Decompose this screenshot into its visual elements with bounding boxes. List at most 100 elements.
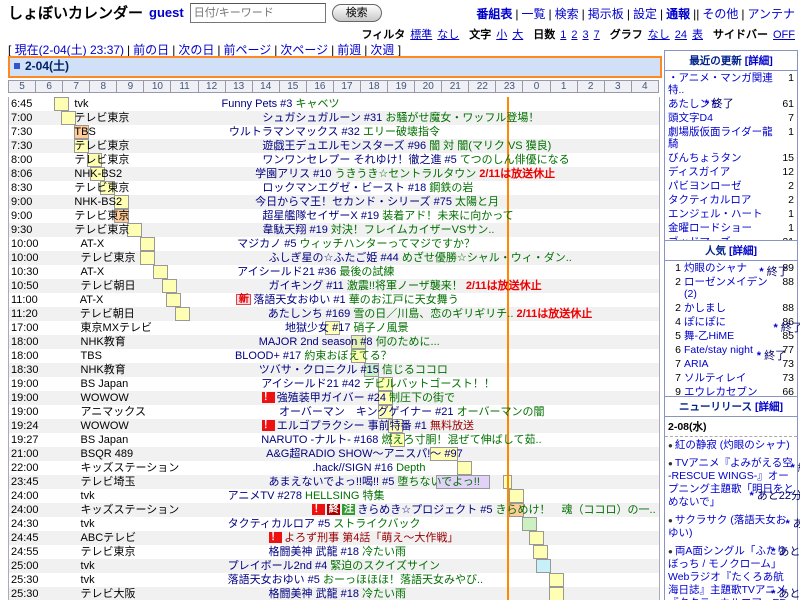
nav-link[interactable]: その他	[702, 7, 738, 21]
release-link[interactable]: 紅の静寂 (灼眼のシャナ)	[675, 439, 790, 451]
nav-link[interactable]: 掲示板	[588, 7, 624, 21]
program-title-link[interactable]: BLOOD+ #17 約束おぼえてる？	[235, 350, 392, 362]
program-title-link[interactable]: ！強殖装甲ガイバー #24 制圧下の街で	[262, 392, 455, 404]
recent-title-link[interactable]: ・アニメ・マンガ関連特..	[668, 72, 776, 96]
release-link[interactable]: サクラサク (落語天女おゆい)	[668, 514, 786, 539]
datenav-link[interactable]: 前週	[337, 43, 361, 57]
datenav-link[interactable]: 現在(2-04(土) 23:37)	[15, 43, 124, 57]
program-title-link[interactable]: ！エルゴプラクシー 事前特番 #1 無料放送	[262, 420, 474, 432]
recent-title-link[interactable]: タクティカルロア	[668, 194, 776, 206]
popular-title-link[interactable]: かしまし	[684, 302, 776, 314]
datenav-link[interactable]: 次の日	[178, 43, 214, 57]
program-title-link[interactable]: マジカノ #5 ウィッチハンターってマジですか？	[237, 238, 475, 250]
search-button[interactable]: 検索	[332, 4, 382, 22]
program-title-link[interactable]: 超星艦隊セイザーX #19 装着アド！未来に向かって	[262, 210, 513, 222]
toolbar-option[interactable]: 小	[496, 29, 507, 41]
channel-label: テレビ朝日	[80, 308, 135, 320]
datenav-link[interactable]: 次週	[370, 43, 394, 57]
program-title-link[interactable]: 落語天女おゆい #5 おーっほほほ！落語天女みやび..	[228, 574, 483, 586]
program-title-link[interactable]: 韋駄天翔 #19 対決！フレイムカイザーVSサン..	[262, 224, 494, 236]
status-link[interactable]: *	[786, 518, 790, 530]
toolbar-option[interactable]: 24	[675, 29, 687, 41]
recent-title-link[interactable]: エンジェル・ハート	[668, 208, 776, 220]
status-link[interactable]: *	[774, 322, 778, 334]
program-title-link[interactable]: プレイボール2nd #4 緊迫のスクイズサイン	[228, 560, 440, 572]
recent-title-link[interactable]: 金曜ロードショー	[668, 222, 776, 234]
datenav-link[interactable]: 前の日	[133, 43, 169, 57]
channel-label: アニマックス	[81, 406, 146, 418]
popular-title-link[interactable]: ローゼンメイデン(2)	[684, 276, 776, 300]
recent-title-link[interactable]: びんちょうタン	[668, 152, 776, 164]
program-title-link[interactable]: ツバサ・クロニクル #15 信じるココロ	[259, 364, 448, 376]
status-link[interactable]: *	[757, 350, 761, 362]
toolbar-option[interactable]: 1	[560, 29, 566, 41]
user-link[interactable]: guest	[149, 5, 184, 20]
program-title-link[interactable]: あたしンち #169 雪の日／川島、恋のギリギリチ.. 2/11は放送休止	[268, 308, 593, 320]
program-title-link[interactable]: ！よろず刑事 第4話「萌え～大作戦」	[269, 532, 458, 544]
popular-detail-link[interactable]: [詳細]	[729, 245, 757, 257]
nav-link[interactable]: 一覧	[522, 7, 546, 21]
popular-title-link[interactable]: ぽにぽに	[684, 316, 776, 328]
program-title-link[interactable]: アイシールド21 #36 最後の試練	[237, 266, 394, 278]
releases-detail-link[interactable]: [詳細]	[755, 401, 783, 413]
toolbar-option[interactable]: なし	[648, 29, 670, 41]
program-row: 24:00キッズステーション！終注きらめき☆プロジェクト #5 きらめけ！ 魂（…	[9, 503, 659, 517]
program-title-link[interactable]: NARUTO -ナルト- #168 燃えろ寸胴！混ぜて伸ばして茹..	[261, 434, 541, 446]
popular-title-link[interactable]: ソルティレイ	[684, 372, 776, 384]
toolbar-option[interactable]: 大	[512, 29, 523, 41]
search-input[interactable]	[190, 3, 326, 23]
program-time: 8:06	[11, 168, 32, 180]
recent-detail-link[interactable]: [詳細]	[745, 55, 773, 67]
nav-link[interactable]: 番組表	[476, 7, 512, 21]
status-link[interactable]: *	[790, 462, 794, 474]
status-link[interactable]: *	[704, 98, 708, 110]
program-title-link[interactable]: アイシールド21 #42 デビルバットゴースト！！	[261, 378, 495, 390]
status-link[interactable]: *	[771, 588, 775, 600]
program-title-link[interactable]: 今日からマ王！セカンド・シリーズ #75 太陽と月	[255, 196, 499, 208]
toolbar-option[interactable]: 標準	[410, 29, 432, 41]
status-link[interactable]: *	[749, 490, 753, 502]
program-title-link[interactable]: 遊戯王デュエルモンスターズ #96 闇 対 闇(マリク VS 獏良)	[262, 140, 551, 152]
recent-title-link[interactable]: 劇場版仮面ライダー龍騎	[668, 126, 776, 150]
program-title-link[interactable]: .hack//SIGN #16 Depth	[312, 462, 425, 474]
program-title-link[interactable]: あまえないでよっ!!喝!! #5 堕ちないでよっ!!	[269, 476, 480, 488]
program-title-link[interactable]: 地獄少女 #17 硝子ノ風景	[285, 322, 408, 334]
toolbar-option[interactable]: 表	[692, 29, 703, 41]
toolbar-option[interactable]: 7	[594, 29, 600, 41]
gantt-block	[140, 237, 155, 251]
program-title-link[interactable]: ロックマンエグゼ・ビースト #18 鋼鉄の岩	[262, 182, 473, 194]
program-title-link[interactable]: MAJOR 2nd season #8 何のために...	[259, 336, 440, 348]
program-title-link[interactable]: ガイキング #11 激震!!将軍ノーザ襲来！ 2/11は放送休止	[269, 280, 542, 292]
toolbar-option[interactable]: 3	[583, 29, 589, 41]
recent-title-link[interactable]: パビヨンローゼ	[668, 180, 776, 192]
program-title-link[interactable]: 学園アリス #10 うきうき☆セントラルタウン 2/11は放送休止	[255, 168, 555, 180]
program-title-link[interactable]: ウルトラマンマックス #32 エリー破壊指令	[229, 126, 440, 138]
nav-link[interactable]: 設定	[633, 7, 657, 21]
program-title-link[interactable]: アニメTV #278 HELLSING 特集	[228, 490, 385, 502]
program-title-link[interactable]: 格闘美神 武龍 #18 冷たい雨	[269, 588, 407, 600]
toolbar-option[interactable]: なし	[437, 29, 459, 41]
program-title-link[interactable]: ふしぎ星の☆ふたご姫 #44 めざせ優勝☆シャル・ウィ・ダン..	[269, 252, 572, 264]
nav-link[interactable]: アンテナ	[747, 7, 795, 21]
program-title-link[interactable]: ワンワンセレプー それゆけ！徹之進 #5 てつのしん俳優になる	[262, 154, 569, 166]
program-title-link[interactable]: オーバーマン キングゲイナー #21 オーバーマンの闇	[279, 406, 544, 418]
program-title-link[interactable]: A&G超RADIO SHOW～アニスパ!～ #97	[266, 448, 463, 460]
recent-title-link[interactable]: 頭文字D4	[668, 112, 776, 124]
status-link[interactable]: *	[759, 266, 763, 278]
program-title-link[interactable]: 新落語天女おゆい #1 華のお江戸に天女舞う	[236, 294, 458, 306]
datenav-link[interactable]: 前ページ	[223, 43, 271, 57]
program-title-link[interactable]: シュガシュガルーン #31 お騒がせ魔女・ワッフル登場！	[262, 112, 539, 124]
toolbar-option[interactable]: 2	[571, 29, 577, 41]
program-title-link[interactable]: Funny Pets #3 キャベツ	[221, 98, 339, 110]
recent-title-link[interactable]: ディスガイア	[668, 166, 776, 178]
nav-link[interactable]: 通報	[666, 7, 690, 21]
toolbar-option[interactable]: OFF	[773, 29, 795, 41]
program-title-link[interactable]: タクティカルロア #5 ストライクバック	[228, 518, 421, 530]
program-title-link[interactable]: 格闘美神 武龍 #18 冷たい雨	[269, 546, 407, 558]
program-title-link[interactable]: ！終注きらめき☆プロジェクト #5 きらめけ！ 魂（ココロ）の一..	[312, 504, 655, 516]
datenav-link[interactable]: 次ページ	[280, 43, 328, 57]
popular-title-link[interactable]: 舞-乙HiME	[684, 330, 776, 342]
release-link[interactable]: 両A面シングル「ふたりぼっち / モノクローム」Webラジオ『たくろあ航海日誌』…	[668, 545, 787, 600]
status-link[interactable]: *	[771, 546, 775, 558]
nav-link[interactable]: 検索	[555, 7, 579, 21]
